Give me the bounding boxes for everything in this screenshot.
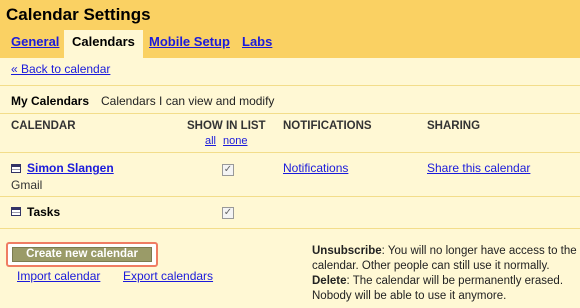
column-header-calendar: CALENDAR — [11, 120, 76, 132]
calendar-icon — [11, 164, 21, 173]
calendar-name-link[interactable]: Simon Slangen — [27, 161, 114, 175]
notifications-link[interactable]: Notifications — [283, 161, 348, 175]
calendar-name: Tasks — [27, 205, 61, 219]
show-in-list-checkbox[interactable]: ✓ — [222, 164, 234, 176]
tab-labs[interactable]: Labs — [242, 34, 272, 49]
divider — [0, 228, 580, 229]
column-header-show-in-list: SHOW IN LIST — [187, 120, 266, 132]
delete-text: : The calendar will be permanently erase… — [312, 275, 564, 302]
column-header-notifications: NOTIFICATIONS — [283, 120, 372, 132]
divider — [0, 196, 580, 197]
show-all-link[interactable]: all — [205, 135, 216, 147]
unsubscribe-label: Unsubscribe — [312, 245, 382, 257]
settings-tabs: General Calendars Mobile Setup Labs — [0, 30, 580, 58]
calendar-source: Gmail — [11, 178, 43, 192]
column-header-sharing: SHARING — [427, 120, 481, 132]
show-in-list-checkbox[interactable]: ✓ — [222, 207, 234, 219]
header-bar: Calendar Settings General Calendars Mobi… — [0, 0, 580, 58]
page-title: Calendar Settings — [6, 5, 151, 24]
create-calendar-highlight: Create new calendar — [6, 242, 158, 267]
section-subtitle: Calendars I can view and modify — [101, 94, 275, 108]
delete-label: Delete — [312, 275, 347, 287]
create-new-calendar-button[interactable]: Create new calendar — [12, 247, 152, 262]
show-none-link[interactable]: none — [223, 135, 247, 147]
share-calendar-link[interactable]: Share this calendar — [427, 161, 530, 175]
tab-general[interactable]: General — [11, 34, 59, 49]
divider — [0, 113, 580, 114]
divider — [0, 152, 580, 153]
calendar-icon — [11, 207, 21, 216]
tab-mobile-setup[interactable]: Mobile Setup — [149, 34, 230, 49]
unsubscribe-delete-info: Unsubscribe: You will no longer have acc… — [312, 244, 580, 304]
export-calendars-link[interactable]: Export calendars — [123, 269, 213, 283]
tab-calendars[interactable]: Calendars — [64, 30, 143, 58]
section-title: My Calendars — [11, 94, 90, 108]
divider — [0, 85, 580, 86]
import-calendar-link[interactable]: Import calendar — [17, 269, 100, 283]
back-to-calendar-link[interactable]: « Back to calendar — [11, 62, 110, 76]
